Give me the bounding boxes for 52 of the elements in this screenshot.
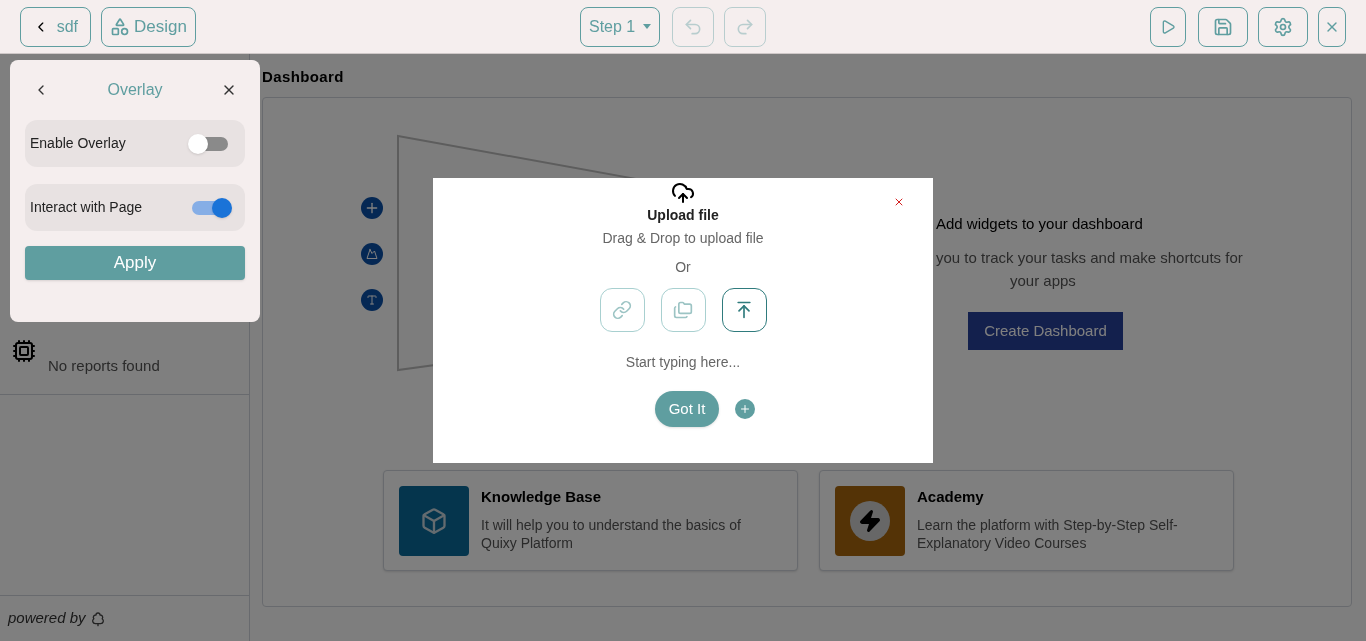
caret-icon xyxy=(643,24,651,29)
play-button[interactable] xyxy=(1150,6,1186,47)
text-button[interactable] xyxy=(361,288,383,311)
lightning-icon xyxy=(835,485,905,556)
text-icon xyxy=(366,293,378,306)
cube-icon xyxy=(399,485,469,556)
upload-icon xyxy=(734,300,754,320)
resource-card[interactable]: Academy Learn the platform with Step-by-Step Self-Explanatory Video Courses xyxy=(819,469,1234,571)
link-icon xyxy=(612,300,632,320)
empty-heading: Add widgets to your dashboard xyxy=(936,213,1144,234)
close-icon[interactable] xyxy=(893,196,905,208)
step-select[interactable]: Step 1 xyxy=(579,6,660,47)
chip-icon xyxy=(12,339,36,363)
save-icon xyxy=(1213,16,1233,37)
add-button[interactable] xyxy=(735,399,755,419)
page-title: Dashboard xyxy=(262,67,345,87)
powered-by-text: powered by xyxy=(8,608,86,629)
settings-button[interactable] xyxy=(1258,6,1308,47)
add-button[interactable] xyxy=(361,196,383,219)
image-button[interactable] xyxy=(361,242,383,265)
or-text: Or xyxy=(675,258,691,277)
folders-icon xyxy=(673,300,693,320)
cloud-upload-icon xyxy=(671,181,695,205)
tree-icon xyxy=(89,610,106,627)
modal-title: Upload file xyxy=(647,206,719,225)
toggle-label: Interact with Page xyxy=(30,198,144,217)
empty-message: No reports found xyxy=(48,356,160,376)
create-dashboard-button[interactable]: Create Dashboard xyxy=(968,312,1123,350)
close-button[interactable] xyxy=(1318,6,1346,47)
upload-option-button[interactable] xyxy=(721,288,767,332)
modal-subtitle: Drag & Drop to upload file xyxy=(602,229,764,248)
play-icon xyxy=(1160,18,1176,35)
toggle-label: Enable Overlay xyxy=(30,134,127,153)
shapes-icon xyxy=(110,16,130,37)
card-description: It will help you to understand the basics of Quixy Platform xyxy=(481,516,742,552)
plus-icon xyxy=(739,403,751,415)
save-button[interactable] xyxy=(1198,6,1248,47)
card-description: Learn the platform with Step-by-Step Self-Explanatory Video Courses xyxy=(917,516,1179,552)
design-button[interactable]: Design xyxy=(101,6,196,47)
text-input[interactable]: Start typing here... xyxy=(583,352,783,373)
undo-icon xyxy=(682,16,703,37)
card-title: Academy xyxy=(917,486,985,507)
got-it-button[interactable]: Got It xyxy=(655,391,719,427)
back-button[interactable]: sdf xyxy=(20,6,91,47)
card-title: Knowledge Base xyxy=(481,486,603,507)
empty-description: you to track your tasks and make shortcuts for xyxy=(936,248,1244,268)
panel-title: Overlay xyxy=(106,80,164,100)
settings-icon xyxy=(1273,16,1293,37)
apply-button[interactable]: Apply xyxy=(25,246,245,280)
mountain-icon xyxy=(366,247,378,260)
resource-card[interactable]: Knowledge Base It will help you to understand the basics of Quixy Platform xyxy=(383,469,798,571)
empty-description: your apps xyxy=(1010,270,1077,291)
